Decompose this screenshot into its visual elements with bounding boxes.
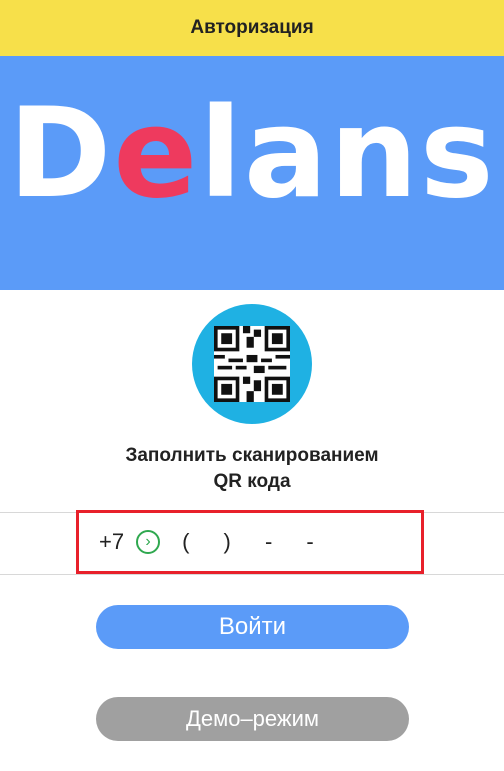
qr-scan-label-line1: Заполнить сканированием — [125, 445, 379, 466]
phone-mask: ( ) - - — [182, 529, 328, 554]
top-app-bar: Авторизация — [0, 0, 504, 56]
demo-mode-button[interactable]: Демо–режим — [96, 697, 409, 741]
logo-text-end: lans — [199, 82, 496, 226]
brand-logo: Delans — [0, 92, 504, 216]
logo-text-start: D — [8, 82, 114, 226]
page-title: Авторизация — [190, 17, 314, 38]
chevron-right-circle-icon[interactable]: › — [136, 530, 161, 554]
phone-input[interactable]: +7 › ( ) - - — [76, 510, 424, 574]
login-button[interactable]: Войти — [96, 605, 409, 649]
qr-scan-button[interactable] — [192, 304, 312, 424]
country-code: +7 — [99, 529, 125, 554]
divider-bottom — [0, 574, 504, 575]
qr-code-icon — [214, 326, 290, 402]
qr-scan-label: Заполнить сканированием QR кода — [0, 443, 504, 495]
qr-scan-label-line2: QR кода — [213, 471, 291, 492]
logo-text-accent: e — [113, 82, 200, 226]
